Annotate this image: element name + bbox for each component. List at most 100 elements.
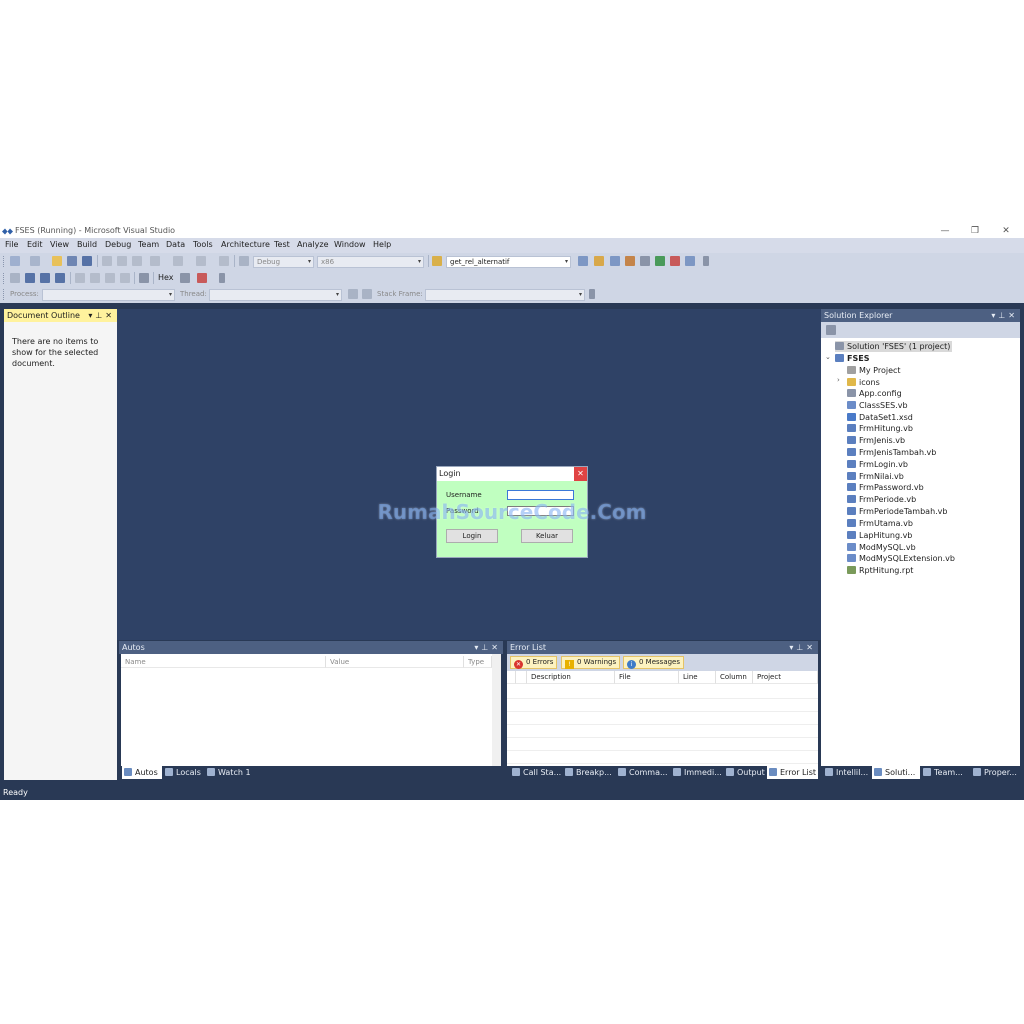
menu-analyze[interactable]: Analyze <box>297 240 329 249</box>
error-list-column-line[interactable]: Line <box>679 671 716 684</box>
error-list-column-order[interactable] <box>516 671 527 684</box>
team-explorer-icon[interactable] <box>670 256 680 266</box>
autos-scrollbar[interactable] <box>492 654 501 766</box>
thread-select[interactable]: ▾ <box>209 289 342 301</box>
autos-column-value[interactable]: Value <box>326 656 464 668</box>
tab-properties[interactable]: Proper... <box>971 766 1020 779</box>
open-file-icon[interactable] <box>52 256 62 266</box>
menu-test[interactable]: Test <box>274 240 290 249</box>
step-over-icon[interactable] <box>105 273 115 283</box>
menu-build[interactable]: Build <box>77 240 97 249</box>
tree-item[interactable]: My Project <box>847 365 901 376</box>
navigate-forward-icon[interactable] <box>219 256 229 266</box>
error-list-column-description[interactable]: Description <box>527 671 615 684</box>
menu-edit[interactable]: Edit <box>27 240 43 249</box>
toolbar-grip[interactable] <box>3 256 6 267</box>
undo-icon[interactable] <box>150 256 160 266</box>
tree-project[interactable]: FSES <box>835 353 869 364</box>
tree-item[interactable]: ClassSES.vb <box>847 400 908 411</box>
tree-item[interactable]: RptHitung.rpt <box>847 565 913 576</box>
expand-arrow-icon[interactable]: › <box>837 376 840 384</box>
restart-icon[interactable] <box>55 273 65 283</box>
messages-filter-button[interactable]: i0 Messages <box>623 656 685 669</box>
properties-icon[interactable] <box>826 325 836 335</box>
close-icon[interactable]: ✕ <box>105 311 115 320</box>
menu-view[interactable]: View <box>50 240 69 249</box>
menu-help[interactable]: Help <box>373 240 391 249</box>
close-icon[interactable]: ✕ <box>1008 311 1018 320</box>
menu-file[interactable]: File <box>5 240 18 249</box>
menu-window[interactable]: Window <box>334 240 366 249</box>
breakpoint-window-icon[interactable] <box>197 273 207 283</box>
close-icon[interactable]: ✕ <box>491 643 501 652</box>
tab-intellitrace[interactable]: IntelliI... <box>823 766 871 779</box>
username-input[interactable] <box>507 490 574 500</box>
toolbar-options-icon[interactable] <box>219 273 225 283</box>
solution-configuration-select[interactable]: Debug ▾ <box>253 256 314 268</box>
tab-error-list[interactable]: Error List <box>767 766 818 779</box>
tab-watch-1[interactable]: Watch 1 <box>205 766 255 779</box>
new-project-icon[interactable] <box>10 256 20 266</box>
step-into-icon[interactable] <box>90 273 100 283</box>
toolbar-options-icon[interactable] <box>589 289 595 299</box>
tab-output[interactable]: Output <box>724 766 766 779</box>
minimize-button[interactable]: — <box>930 225 960 238</box>
login-close-button[interactable]: ✕ <box>574 467 587 481</box>
collapse-arrow-icon[interactable]: ⌄ <box>825 353 831 361</box>
errors-filter-button[interactable]: ✕ 0 Errors <box>510 656 558 669</box>
exit-button[interactable]: Keluar <box>521 529 573 543</box>
tree-item[interactable]: FrmJenisTambah.vb <box>847 447 936 458</box>
quick-watch-icon[interactable] <box>139 273 149 283</box>
tree-item[interactable]: FrmLogin.vb <box>847 459 908 470</box>
tree-item[interactable]: ModMySQL.vb <box>847 542 916 553</box>
tab-call-stack[interactable]: Call Sta... <box>510 766 562 779</box>
menu-team[interactable]: Team <box>138 240 159 249</box>
navigate-backward-icon[interactable] <box>196 256 206 266</box>
pin-icon[interactable]: ⊥ <box>998 311 1008 320</box>
threads-icon[interactable] <box>180 273 190 283</box>
login-button[interactable]: Login <box>446 529 498 543</box>
menu-data[interactable]: Data <box>166 240 185 249</box>
hex-toggle-button[interactable]: Hex <box>158 273 174 282</box>
save-icon[interactable] <box>67 256 77 266</box>
tree-item[interactable]: FrmPeriodeTambah.vb <box>847 506 948 517</box>
find-in-files-icon[interactable] <box>432 256 442 266</box>
tree-item[interactable]: FrmJenis.vb <box>847 435 905 446</box>
close-button[interactable]: ✕ <box>991 225 1021 238</box>
properties-icon[interactable] <box>594 256 604 266</box>
solution-platform-select[interactable]: x86 ▾ <box>317 256 424 268</box>
error-list-column-project[interactable]: Project <box>753 671 818 684</box>
tree-solution[interactable]: Solution 'FSES' (1 project) <box>835 341 953 352</box>
tree-item[interactable]: FrmPeriode.vb <box>847 494 916 505</box>
toolbar-options-icon[interactable] <box>703 256 709 266</box>
break-all-icon[interactable] <box>25 273 35 283</box>
autos-column-name[interactable]: Name <box>121 656 326 668</box>
start-page-icon[interactable] <box>655 256 665 266</box>
redo-icon[interactable] <box>173 256 183 266</box>
command-window-icon[interactable] <box>685 256 695 266</box>
tab-command[interactable]: Comma... <box>616 766 670 779</box>
find-combo[interactable]: get_rel_alternatif ▾ <box>446 256 571 268</box>
copy-icon[interactable] <box>117 256 127 266</box>
process-select[interactable]: ▾ <box>42 289 175 301</box>
tree-item[interactable]: FrmPassword.vb <box>847 482 924 493</box>
tree-item[interactable]: FrmNilai.vb <box>847 471 904 482</box>
tree-item[interactable]: App.config <box>847 388 902 399</box>
warnings-filter-button[interactable]: ! 0 Warnings <box>561 656 621 669</box>
error-list-column-file[interactable]: File <box>615 671 679 684</box>
toolbox-icon[interactable] <box>625 256 635 266</box>
tab-autos[interactable]: Autos <box>122 766 162 779</box>
toolbar-grip[interactable] <box>3 289 6 300</box>
object-browser-icon[interactable] <box>610 256 620 266</box>
toolbar-grip[interactable] <box>3 273 6 284</box>
paste-icon[interactable] <box>132 256 142 266</box>
error-list-column-column[interactable]: Column <box>716 671 753 684</box>
tree-item[interactable]: icons <box>847 377 880 388</box>
close-icon[interactable]: ✕ <box>806 643 816 652</box>
tree-item[interactable]: DataSet1.xsd <box>847 412 913 423</box>
tree-item[interactable]: ModMySQLExtension.vb <box>847 553 955 564</box>
continue-icon[interactable] <box>10 273 20 283</box>
autos-column-type[interactable]: Type <box>464 656 492 668</box>
tree-item[interactable]: FrmUtama.vb <box>847 518 913 529</box>
tree-item[interactable]: LapHitung.vb <box>847 530 912 541</box>
